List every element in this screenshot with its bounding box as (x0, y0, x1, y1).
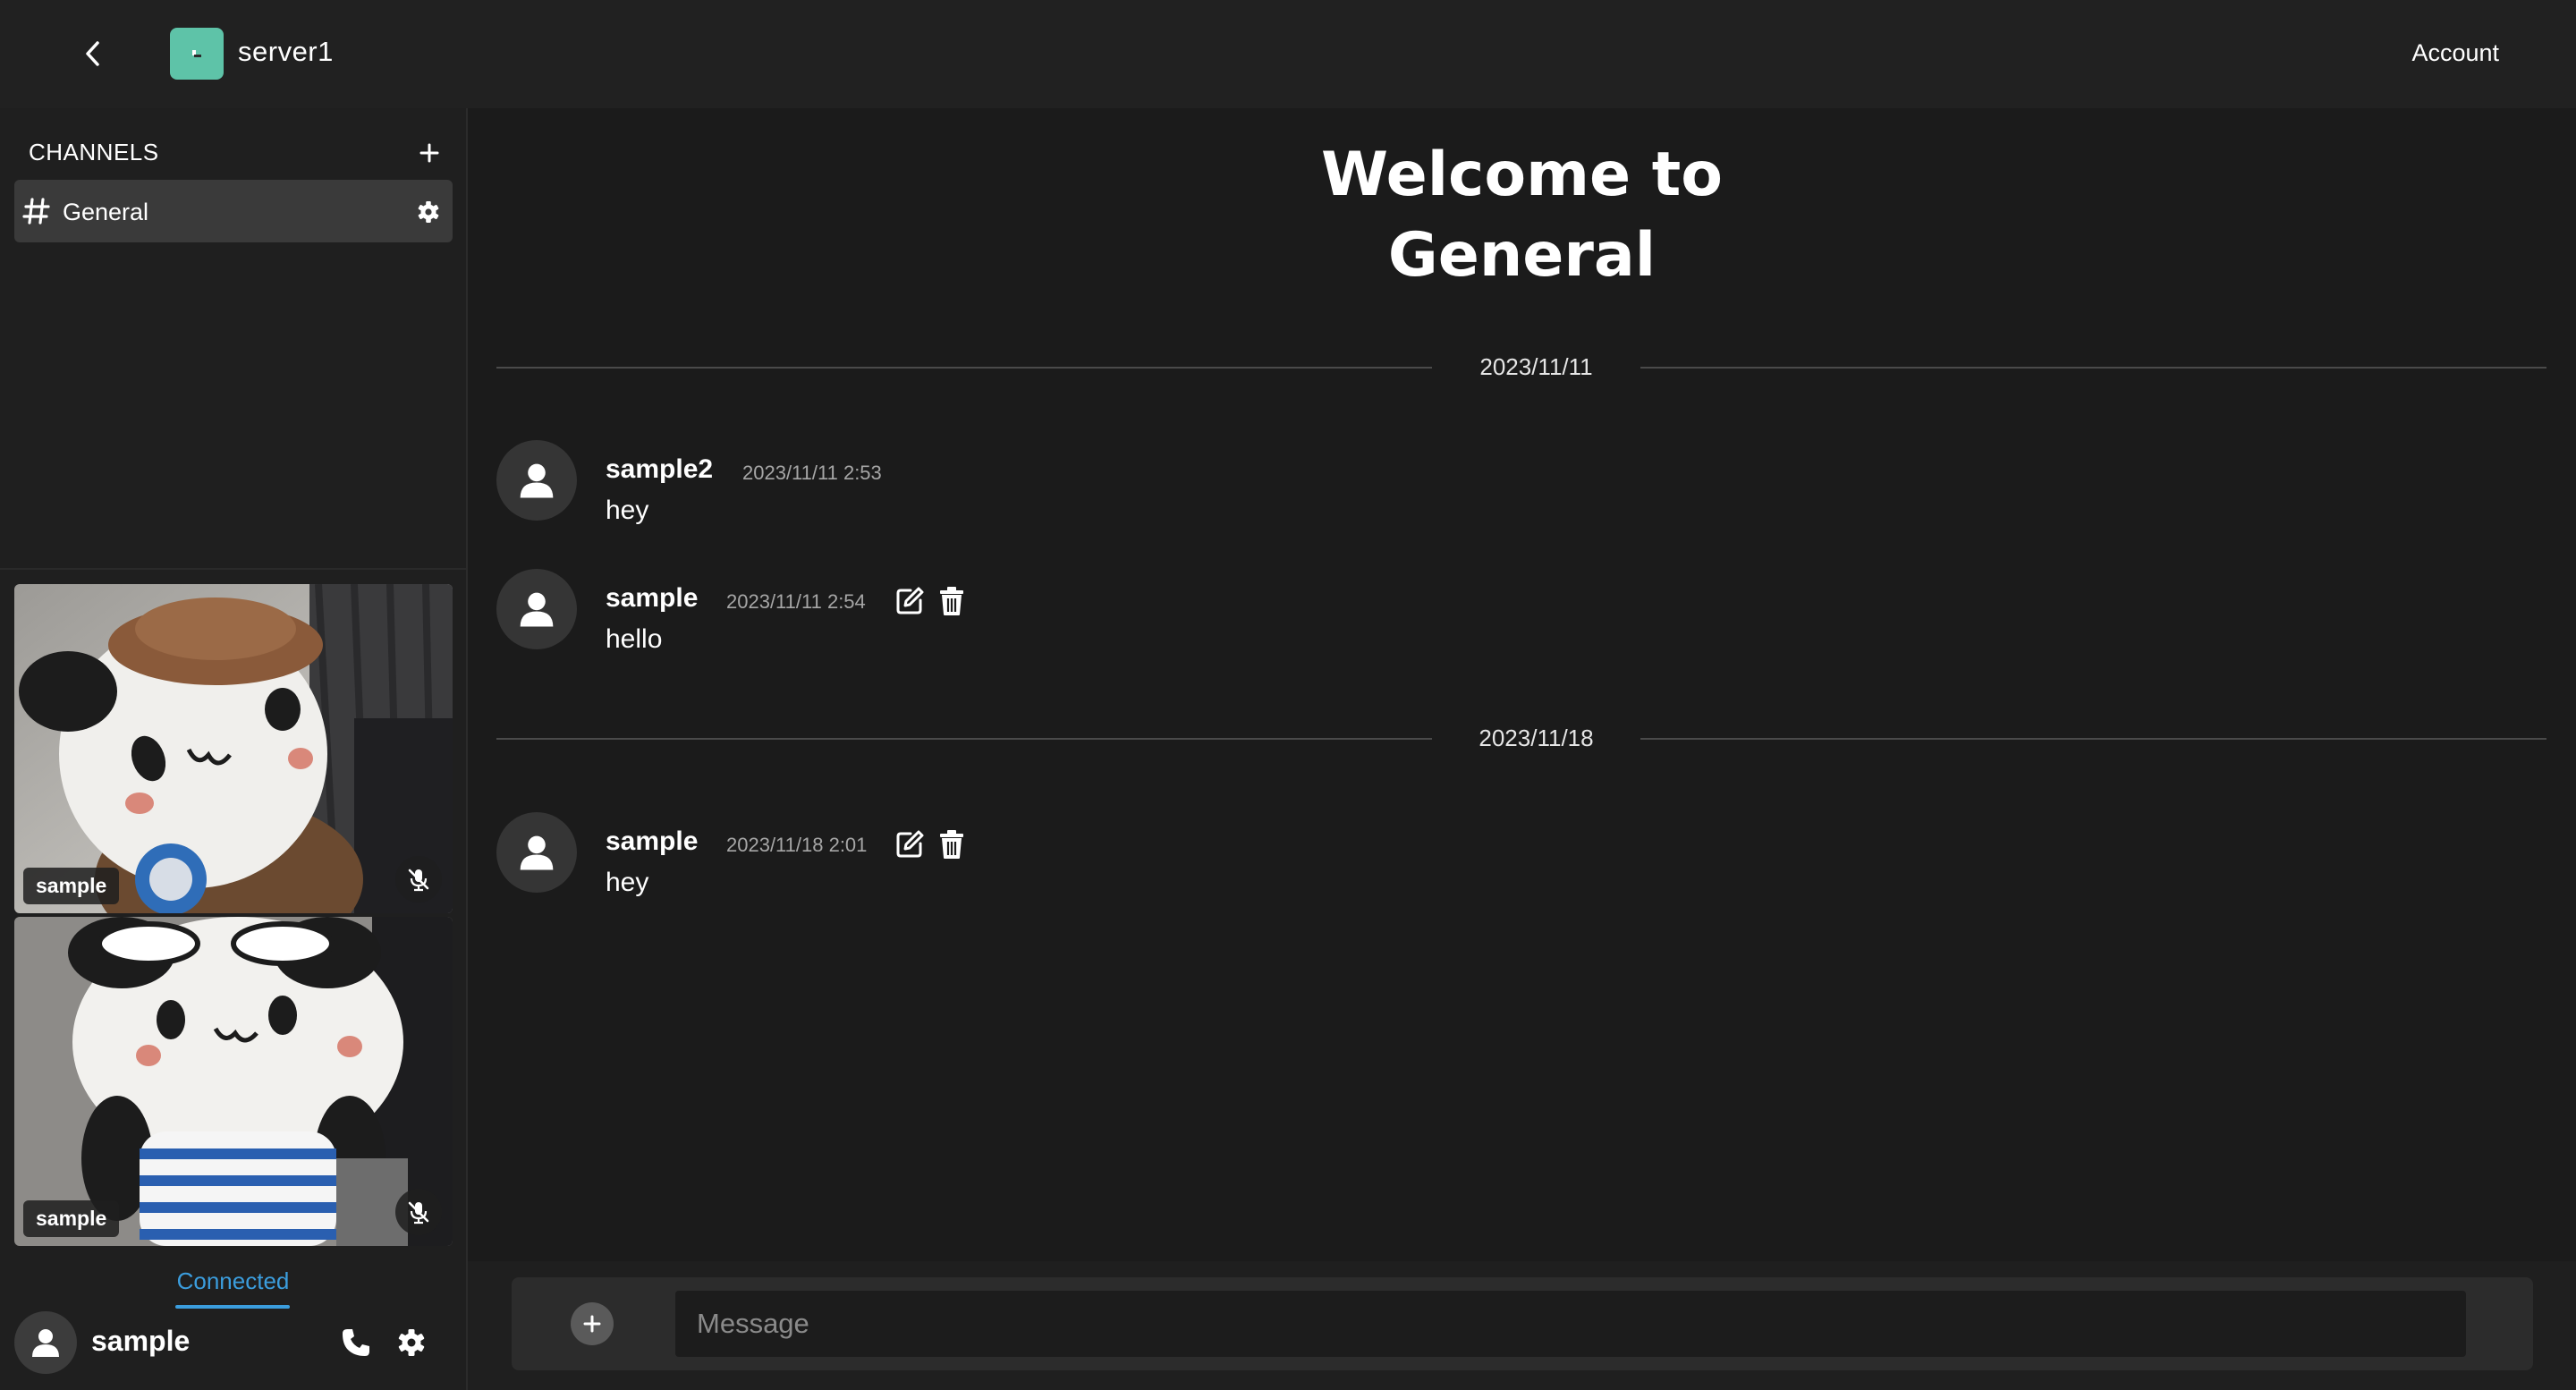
sidebar-divider (0, 568, 466, 570)
chat-message: sample 2023/11/18 2:01 hey (496, 812, 2546, 898)
video-participant-name: sample (23, 1200, 120, 1237)
message-timestamp: 2023/11/11 2:53 (742, 462, 882, 484)
video-tile[interactable]: sample (14, 584, 453, 913)
trash-icon (940, 587, 963, 615)
avatar[interactable] (496, 440, 577, 521)
channel-label: General (63, 199, 149, 225)
voice-status-underline (175, 1305, 290, 1309)
account-link[interactable]: Account (2411, 39, 2499, 67)
app-header: server1 Account (0, 0, 2576, 108)
message-composer (512, 1277, 2533, 1370)
mic-off-icon (408, 869, 429, 892)
message-author[interactable]: sample (606, 583, 698, 614)
channel-welcome-title: Welcome to General (468, 135, 2576, 296)
message-text: hello (606, 624, 663, 654)
trash-icon (940, 830, 963, 859)
mute-indicator[interactable] (395, 856, 442, 903)
back-button[interactable] (72, 32, 114, 75)
video-feed-image (14, 917, 453, 1246)
hash-icon (22, 198, 50, 225)
server-logo-mark (192, 50, 201, 57)
add-channel-button[interactable] (413, 137, 445, 169)
video-tile[interactable]: sample (14, 917, 453, 1246)
message-text: hey (606, 868, 649, 897)
call-button[interactable] (336, 1323, 376, 1362)
phone-icon (343, 1329, 369, 1356)
chevron-left-icon (86, 41, 99, 66)
separator-line (496, 367, 1432, 369)
delete-message-button[interactable] (936, 828, 968, 860)
person-icon (32, 1329, 59, 1357)
chat-main: Welcome to General 2023/11/11 sample2 20… (468, 108, 2576, 1390)
channel-item-general[interactable]: General (14, 180, 453, 242)
channel-sidebar: CHANNELS General sample sample Connected… (0, 108, 468, 1390)
separator-line (1640, 367, 2546, 369)
gear-icon[interactable] (415, 199, 442, 225)
edit-message-button[interactable] (894, 828, 926, 860)
server-logo[interactable] (170, 28, 224, 80)
message-timestamp: 2023/11/18 2:01 (726, 834, 868, 856)
date-label: 2023/11/18 (1479, 725, 1594, 751)
composer-bar (468, 1261, 2576, 1390)
delete-message-button[interactable] (936, 585, 968, 617)
plus-icon (419, 143, 439, 163)
welcome-line-1: Welcome to (1321, 140, 1723, 210)
attach-button[interactable] (571, 1302, 614, 1345)
edit-message-button[interactable] (894, 585, 926, 617)
separator-line (496, 738, 1432, 740)
chat-message: sample 2023/11/11 2:54 hello (496, 569, 2546, 655)
plus-icon (583, 1315, 601, 1333)
mute-indicator[interactable] (395, 1189, 442, 1235)
edit-icon (896, 587, 924, 614)
date-separator: 2023/11/11 (496, 350, 2546, 386)
welcome-line-2: General (1387, 220, 1657, 291)
message-timestamp: 2023/11/11 2:54 (726, 590, 866, 613)
date-separator: 2023/11/18 (496, 721, 2546, 757)
avatar[interactable] (14, 1311, 77, 1374)
message-author[interactable]: sample (606, 826, 698, 857)
avatar[interactable] (496, 812, 577, 893)
server-name: server1 (238, 36, 334, 67)
separator-line (1640, 738, 2546, 740)
person-icon (520, 463, 554, 498)
video-participant-name: sample (23, 868, 120, 904)
gear-icon (398, 1329, 425, 1356)
mic-off-icon (408, 1201, 429, 1225)
avatar[interactable] (496, 569, 577, 649)
message-author[interactable]: sample2 (606, 454, 713, 485)
person-icon (520, 835, 554, 870)
person-icon (520, 592, 554, 627)
message-input[interactable] (675, 1291, 2466, 1357)
date-label: 2023/11/11 (1479, 353, 1593, 380)
channels-heading: CHANNELS (29, 139, 159, 165)
chat-message: sample2 2023/11/11 2:53 hey (496, 440, 2546, 526)
user-settings-button[interactable] (392, 1323, 431, 1362)
voice-status: Connected (176, 1267, 290, 1294)
message-text: hey (606, 496, 649, 525)
edit-icon (896, 830, 924, 858)
current-user-name: sample (91, 1325, 191, 1357)
video-feed-image (14, 584, 453, 913)
